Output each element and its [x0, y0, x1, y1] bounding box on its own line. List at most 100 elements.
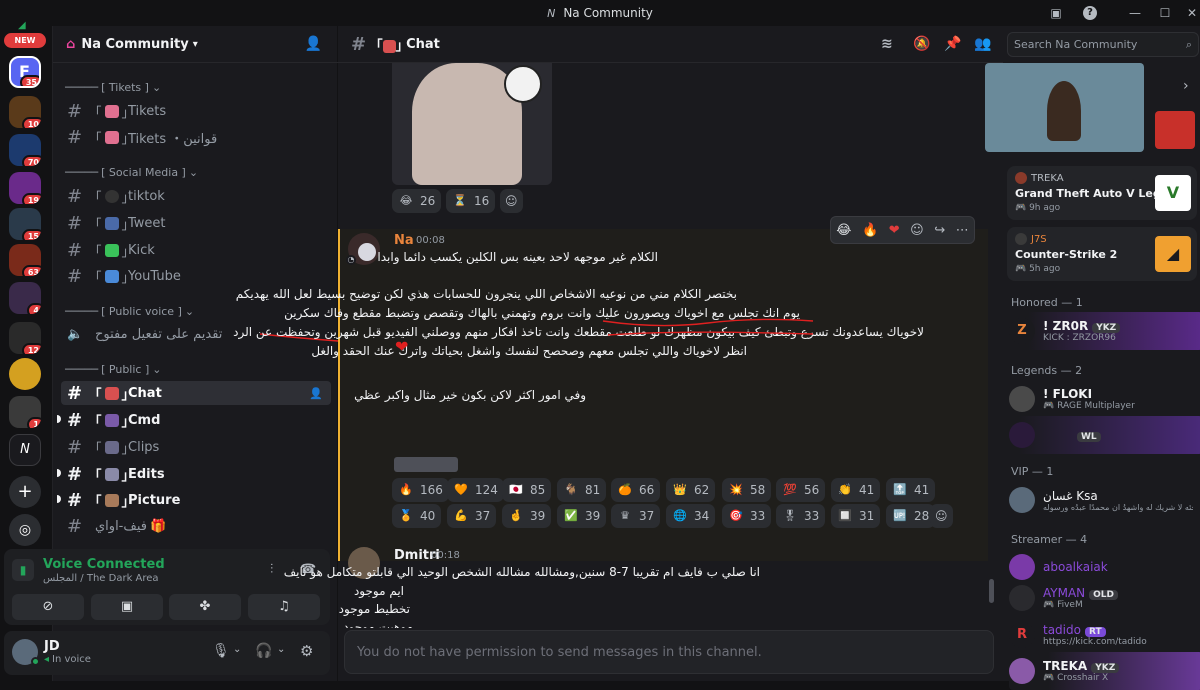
discover-icon[interactable]: ◎ — [9, 514, 41, 546]
video-preview[interactable] — [985, 63, 1144, 152]
channel-giveaway[interactable]: # فيف-اواي 🎁 — [61, 514, 331, 538]
reaction[interactable]: 🍊 66 — [611, 478, 661, 502]
reaction[interactable]: 🔥 166 — [392, 478, 449, 502]
help-icon[interactable]: ? — [1083, 6, 1097, 20]
voice-channel-name[interactable]: المجلس / The Dark Area — [43, 573, 159, 584]
guild-icon-active[interactable]: F 35 — [9, 56, 41, 88]
spoiler-block[interactable] — [394, 457, 458, 472]
message-author[interactable]: Na — [394, 233, 414, 248]
member-item[interactable]: غسان Ksa وجئه لا شريك له واشهدُ ان محمدًا… — [1009, 481, 1199, 519]
member-item[interactable]: AYMAN OLD 🎮 FiveM — [1009, 579, 1199, 617]
chevron-down-icon[interactable]: ⌄ — [277, 644, 285, 655]
laugh-reaction-icon[interactable]: 😂 — [836, 223, 851, 238]
camera-off-button[interactable]: ⊘ — [12, 594, 84, 620]
threads-icon[interactable]: ≋ — [881, 36, 893, 52]
add-reaction-button[interactable]: ☺ — [930, 504, 953, 528]
voice-status[interactable]: Voice Connected — [43, 557, 165, 572]
guild-icon[interactable]: 4 — [9, 282, 41, 314]
member-item[interactable]: ! FLOKI 🎮 RAGE Multiplayer — [1009, 380, 1199, 418]
reaction[interactable]: 💪 37 — [447, 504, 497, 528]
member-item[interactable]: Z ! ZR0R YKZ KICK : ZRZOR96 — [1009, 312, 1200, 350]
scrollbar-thumb[interactable] — [989, 579, 994, 603]
reaction[interactable]: 🎯 33 — [722, 504, 772, 528]
category-tikets[interactable]: ───── [ Tikets ] ⌄ — [65, 81, 161, 94]
channel-cmd[interactable]: # ｢｣ Cmd — [61, 408, 331, 432]
reaction[interactable]: ✅ 39 — [557, 504, 607, 528]
activity-card[interactable]: TREKA Grand Theft Auto V Legacy 🎮 9h ago… — [1007, 166, 1197, 220]
chevron-right-icon[interactable]: › — [1183, 78, 1189, 94]
add-reaction-button[interactable]: ☺ — [500, 189, 523, 213]
reaction[interactable]: 🎖 33 — [776, 504, 826, 528]
channel-edits[interactable]: # ｢｣ Edits — [61, 462, 331, 486]
reaction[interactable]: 🏅 40 — [392, 504, 442, 528]
guild-icon[interactable]: 15 — [9, 208, 41, 240]
guild-icon[interactable]: 1 — [9, 396, 41, 428]
minimize-icon[interactable]: — — [1125, 3, 1145, 23]
reaction[interactable]: ♛ 37 — [611, 504, 661, 528]
close-icon[interactable]: ✕ — [1182, 3, 1200, 23]
attached-image[interactable] — [392, 63, 552, 185]
reaction[interactable]: 🔝 41 — [886, 478, 936, 502]
activities-button[interactable]: ✤ — [169, 594, 241, 620]
reaction[interactable]: 💥 58 — [722, 478, 772, 502]
heart-reaction-icon[interactable]: ❤ — [889, 223, 900, 238]
guild-icon[interactable]: 12 — [9, 322, 41, 354]
category-social[interactable]: ───── [ Social Media ] ⌄ — [65, 166, 198, 179]
guild-icon[interactable]: N — [9, 434, 41, 466]
chevron-down-icon[interactable]: ⌄ — [233, 644, 241, 655]
add-server-icon[interactable]: + — [9, 476, 41, 508]
more-icon[interactable]: ⋯ — [956, 223, 969, 238]
noise-suppression-icon[interactable]: ⫶ — [270, 562, 273, 577]
add-reaction-icon[interactable]: ☺ — [910, 223, 924, 238]
category-public[interactable]: ───── [ Public ] ⌄ — [65, 363, 161, 376]
reaction[interactable]: 👑 62 — [666, 478, 716, 502]
screen-share-icon[interactable]: ▣ — [1046, 3, 1066, 23]
category-voice[interactable]: ───── [ Public voice ] ⌄ — [65, 305, 194, 318]
activity-thumb[interactable] — [1155, 111, 1195, 149]
member-item[interactable]: TREKA YKZ 🎮 Crosshair X — [1009, 652, 1200, 690]
user-name[interactable]: JD — [44, 639, 60, 654]
guild-icon[interactable]: 19 — [9, 172, 41, 204]
pin-icon[interactable]: 📌 — [944, 36, 961, 52]
reaction[interactable]: 💯 56 — [776, 478, 826, 502]
fire-reaction-icon[interactable]: 🔥 — [862, 223, 878, 238]
reaction[interactable]: 🌐 34 — [666, 504, 716, 528]
notification-icon[interactable]: 🔕 — [913, 36, 930, 52]
reaction[interactable]: 🧡 124 — [447, 478, 504, 502]
guild-icon[interactable]: 10 — [9, 96, 41, 128]
mic-icon[interactable]: 🎙 — [212, 643, 230, 659]
channel-chat[interactable]: # ｢｣ Chat 👤 — [61, 381, 331, 405]
channel-tikets-rules[interactable]: # ｢｣ Tikets ・قوانين — [61, 125, 331, 149]
guild-icon[interactable]: 63 — [9, 244, 41, 276]
channel-tweet[interactable]: # ｢｣ Tweet — [61, 211, 331, 235]
channel-tikets[interactable]: # ｢｣ Tikets — [61, 99, 331, 123]
settings-gear-icon[interactable]: ⚙ — [300, 642, 313, 660]
channel-kick[interactable]: # ｢｣ Kick — [61, 238, 331, 262]
reaction[interactable]: 😂 26 — [392, 189, 442, 213]
guild-icon[interactable]: 70 — [9, 134, 41, 166]
maximize-icon[interactable]: ☐ — [1155, 3, 1175, 23]
channel-clips[interactable]: # ｢｣ Clips — [61, 435, 331, 459]
channel-tiktok[interactable]: # ｢｣ tiktok — [61, 184, 331, 208]
member-item[interactable]: R tadido RT https://kick.com/tadido — [1009, 616, 1199, 654]
member-item[interactable]: WL — [1009, 416, 1200, 454]
invite-icon[interactable]: 👤 — [309, 387, 323, 400]
members-icon[interactable]: 👥 — [974, 36, 991, 52]
forward-icon[interactable]: ↪ — [934, 223, 945, 238]
activity-card[interactable]: J7S Counter-Strike 2 🎮 5h ago ◢ — [1007, 227, 1197, 281]
guild-icon[interactable] — [9, 358, 41, 390]
search-input[interactable]: Search Na Community ⌕ — [1007, 32, 1199, 57]
reaction[interactable]: ⏳ 16 — [446, 189, 496, 213]
reaction[interactable]: 🆙 28 — [886, 504, 936, 528]
soundboard-button[interactable]: ♫ — [248, 594, 320, 620]
reaction[interactable]: 👏 41 — [831, 478, 881, 502]
headphones-icon[interactable]: 🎧 — [255, 643, 272, 659]
add-member-icon[interactable]: 👤 — [305, 36, 322, 52]
reaction[interactable]: 🇯🇵 85 — [502, 478, 552, 502]
server-header[interactable]: ⌂ Na Community ▾ 👤 — [53, 26, 338, 63]
reaction[interactable]: 🐐 81 — [557, 478, 607, 502]
channel-picture[interactable]: # ｢｣ Picture — [61, 488, 331, 512]
reaction[interactable]: 🔲 31 — [831, 504, 881, 528]
reaction[interactable]: 🤞 39 — [502, 504, 552, 528]
screen-share-button[interactable]: ▣ — [91, 594, 163, 620]
